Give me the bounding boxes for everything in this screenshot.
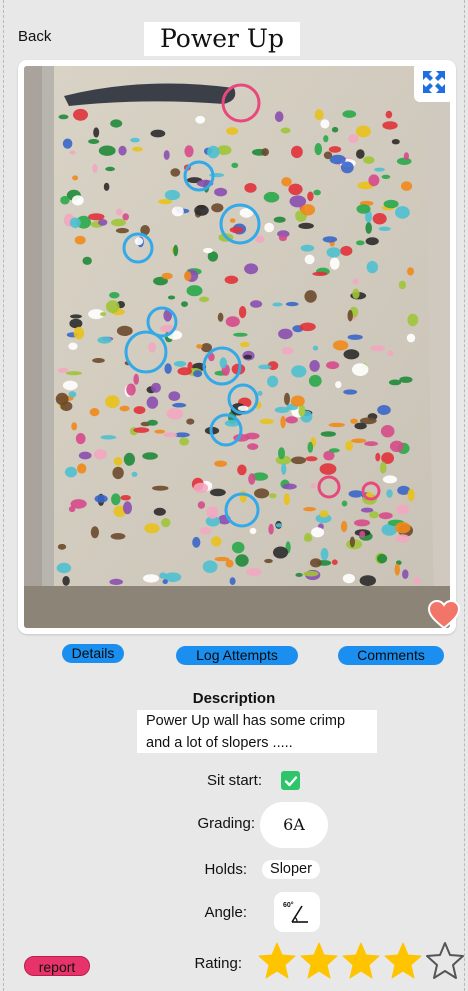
checkmark-icon — [284, 775, 297, 786]
description-text: Power Up wall has some crimp and a lot o… — [137, 710, 377, 753]
sit-start-checkbox[interactable] — [281, 771, 300, 790]
report-button[interactable]: report — [24, 956, 90, 976]
rating-stars[interactable] — [256, 940, 466, 982]
grade-value: 6A — [260, 802, 328, 848]
tab-comments[interactable]: Comments — [338, 646, 444, 665]
frame-edge-right — [464, 0, 465, 991]
holds-tag-sloper: Sloper — [262, 860, 320, 879]
tab-log-attempts[interactable]: Log Attempts — [176, 646, 298, 665]
star-filled-icon[interactable] — [382, 940, 424, 982]
page-title: Power Up — [144, 22, 300, 56]
angle-indicator: 60° — [274, 892, 320, 932]
sit-start-label: Sit start: — [206, 772, 262, 789]
boulder-photo-card — [18, 60, 456, 634]
fullscreen-button[interactable] — [414, 62, 454, 102]
back-button[interactable]: Back — [18, 28, 51, 45]
star-filled-icon[interactable] — [298, 940, 340, 982]
rating-label: Rating: — [194, 955, 242, 972]
star-filled-icon[interactable] — [256, 940, 298, 982]
description-line-2: and a lot of slopers ..... — [146, 735, 293, 751]
frame-edge-left — [3, 0, 4, 991]
angle-label: Angle: — [204, 904, 247, 921]
wall-illustration — [24, 66, 450, 628]
description-line-1: Power Up wall has some crimp — [146, 713, 346, 729]
grading-label: Grading: — [197, 815, 255, 832]
tab-details[interactable]: Details — [62, 644, 124, 663]
heart-icon — [427, 599, 461, 630]
angle-icon: 60° — [283, 901, 308, 923]
angle-icon-text: 60° — [283, 901, 294, 909]
holds-label: Holds: — [204, 861, 247, 878]
star-filled-icon[interactable] — [340, 940, 382, 982]
description-heading: Description — [192, 690, 276, 707]
star-empty-icon[interactable] — [424, 940, 466, 982]
expand-icon — [423, 71, 445, 93]
boulder-photo[interactable] — [24, 66, 450, 628]
favorite-heart-button[interactable] — [427, 599, 461, 630]
